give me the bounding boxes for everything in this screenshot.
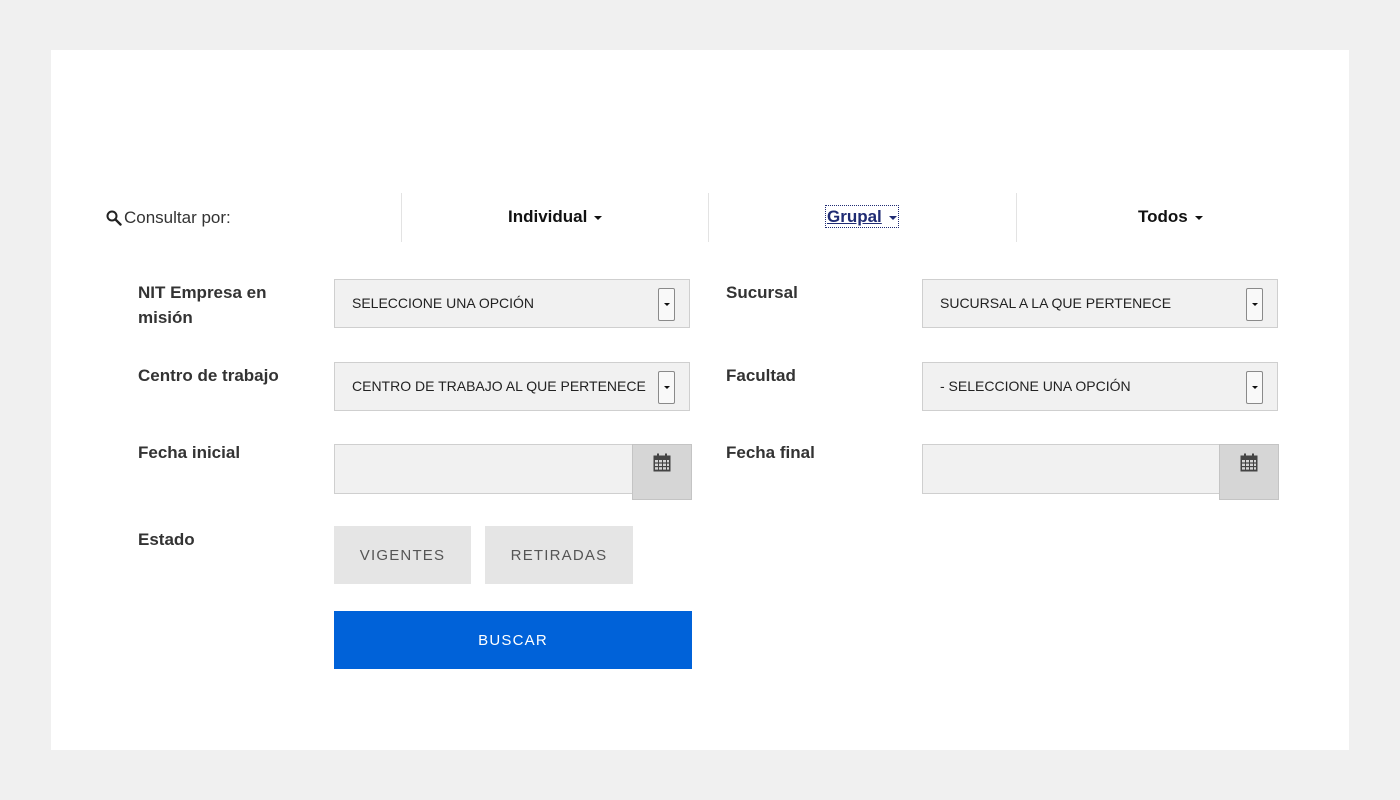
- fecha-inicial-label: Fecha inicial: [138, 443, 241, 462]
- chevron-down-icon: [594, 216, 603, 220]
- chevron-down-icon[interactable]: [1246, 288, 1263, 321]
- consult-bar: Consultar por: Individual Grupal Todos: [51, 193, 1349, 243]
- search-button[interactable]: BUSCAR: [334, 611, 692, 669]
- tab-grupal[interactable]: Grupal: [825, 205, 899, 228]
- chevron-down-icon[interactable]: [1246, 371, 1263, 404]
- fecha-final-calendar-button[interactable]: [1219, 444, 1279, 500]
- nit-select[interactable]: SELECCIONE UNA OPCIÓN: [334, 279, 690, 328]
- query-card: Consultar por: Individual Grupal Todos N…: [51, 50, 1349, 750]
- estado-label: Estado: [138, 530, 195, 549]
- consult-label: Consultar por:: [106, 208, 231, 228]
- divider: [401, 193, 402, 242]
- sucursal-label: Sucursal: [726, 283, 798, 302]
- search-icon: [106, 210, 122, 226]
- divider: [1016, 193, 1017, 242]
- facultad-select[interactable]: - SELECCIONE UNA OPCIÓN: [922, 362, 1278, 411]
- tab-todos[interactable]: Todos: [1138, 207, 1203, 227]
- divider: [708, 193, 709, 242]
- chevron-down-icon: [1194, 216, 1203, 220]
- fecha-final-input[interactable]: [922, 444, 1222, 494]
- centro-select[interactable]: CENTRO DE TRABAJO AL QUE PERTENECE: [334, 362, 690, 411]
- nit-label: NIT Empresa en misión: [138, 283, 267, 327]
- fecha-inicial-input[interactable]: [334, 444, 634, 494]
- calendar-icon: [653, 453, 671, 472]
- centro-select-value: CENTRO DE TRABAJO AL QUE PERTENECE: [352, 378, 646, 394]
- tab-individual-label: Individual: [508, 207, 588, 226]
- tab-individual[interactable]: Individual: [508, 207, 603, 227]
- consult-label-text: Consultar por:: [124, 208, 231, 227]
- retiradas-button[interactable]: RETIRADAS: [485, 526, 633, 584]
- tab-grupal-label: Grupal: [827, 207, 882, 226]
- nit-select-value: SELECCIONE UNA OPCIÓN: [352, 295, 535, 311]
- sucursal-select[interactable]: SUCURSAL A LA QUE PERTENECE: [922, 279, 1278, 328]
- tab-todos-label: Todos: [1138, 207, 1188, 226]
- chevron-down-icon: [888, 216, 897, 220]
- sucursal-select-value: SUCURSAL A LA QUE PERTENECE: [940, 295, 1172, 311]
- calendar-icon: [1240, 453, 1258, 472]
- facultad-label: Facultad: [726, 366, 796, 385]
- fecha-inicial-calendar-button[interactable]: [632, 444, 692, 500]
- chevron-down-icon[interactable]: [658, 371, 675, 404]
- centro-label: Centro de trabajo: [138, 366, 279, 385]
- vigentes-button[interactable]: VIGENTES: [334, 526, 471, 584]
- facultad-select-value: - SELECCIONE UNA OPCIÓN: [940, 378, 1131, 394]
- chevron-down-icon[interactable]: [658, 288, 675, 321]
- fecha-final-label: Fecha final: [726, 443, 815, 462]
